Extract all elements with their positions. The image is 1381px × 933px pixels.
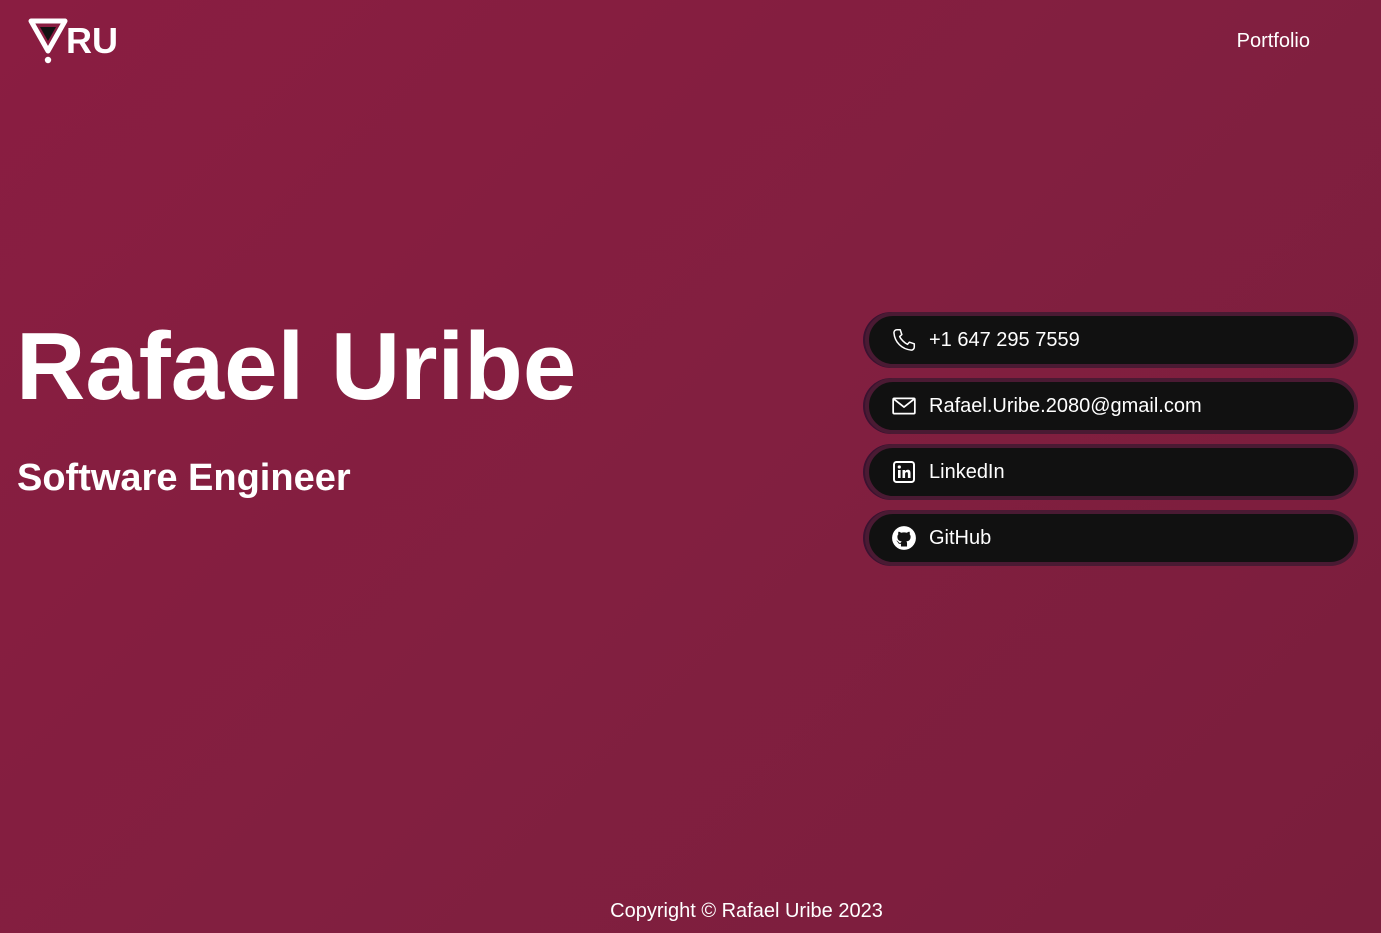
nav-portfolio-link[interactable]: Portfolio [1237, 30, 1310, 53]
linkedin-icon [891, 459, 917, 485]
github-label: GitHub [929, 527, 992, 549]
hero-name: Rafael Uribe [16, 313, 577, 420]
phone-label: +1 647 295 7559 [929, 329, 1080, 351]
github-icon [891, 525, 917, 551]
mail-icon [891, 393, 917, 419]
footer-copyright: Copyright © Rafael Uribe 2023 [610, 900, 883, 922]
contact-list: +1 647 295 7559 Rafael.Uribe.2080@gmail.… [865, 312, 1358, 566]
linkedin-button[interactable]: LinkedIn [865, 444, 1358, 500]
email-label: Rafael.Uribe.2080@gmail.com [929, 395, 1202, 417]
github-button[interactable]: GitHub [865, 510, 1358, 566]
phone-button[interactable]: +1 647 295 7559 [865, 312, 1358, 368]
hero-role: Software Engineer [17, 457, 351, 499]
linkedin-label: LinkedIn [929, 461, 1005, 483]
phone-icon [891, 327, 917, 353]
email-button[interactable]: Rafael.Uribe.2080@gmail.com [865, 378, 1358, 434]
page: { "header": { "logo_text": "RU", "nav": … [0, 0, 1381, 933]
logo-link[interactable]: RU [28, 18, 118, 66]
logo-text: RU [66, 20, 118, 61]
logo-icon [28, 18, 68, 64]
